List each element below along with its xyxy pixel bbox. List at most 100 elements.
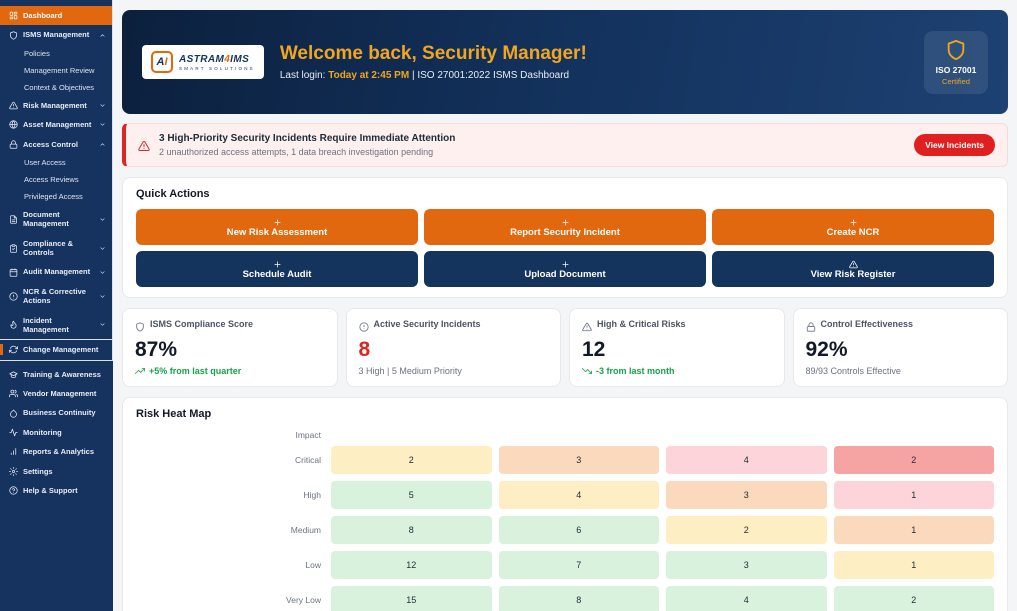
heatmap-cell[interactable]: 6 (499, 516, 660, 544)
quick-action-upload-document[interactable]: Upload Document (424, 251, 706, 287)
sidebar-item-ncr-corrective-actions[interactable]: NCR & Corrective Actions (0, 282, 112, 311)
heatmap-cell[interactable]: 12 (331, 551, 492, 579)
sidebar-item-monitoring[interactable]: Monitoring (0, 423, 113, 442)
kpi-card-active-security-incidents: Active Security Incidents83 High | 5 Med… (346, 308, 562, 387)
sidebar-item-settings[interactable]: Settings (0, 462, 113, 481)
logo-text: ASTRAM4IMS SMART SOLUTIONS (179, 54, 255, 71)
sidebar-item-dashboard[interactable]: Dashboard (0, 6, 112, 25)
kpi-header: ISMS Compliance Score (135, 319, 325, 329)
sidebar-item-label: NCR & Corrective Actions (23, 287, 94, 306)
ncr-corrective-actions-icon (9, 292, 18, 301)
sidebar-subitem-access-reviews[interactable]: Access Reviews (0, 171, 112, 188)
sidebar-subitem-user-access[interactable]: User Access (0, 154, 112, 171)
chevron-down-icon (99, 321, 106, 328)
heatmap-cells: 8621 (331, 516, 994, 544)
sidebar-item-label: Document Management (23, 210, 94, 229)
heatmap-cell[interactable]: 4 (666, 446, 827, 474)
alert-triangle-icon (582, 319, 592, 329)
sidebar-item-label: Dashboard (23, 11, 106, 20)
plus-icon (273, 257, 282, 266)
lock-icon (806, 319, 816, 329)
heatmap-body: Impact Critical2342High5431Medium8621Low… (136, 430, 994, 611)
sidebar-item-training-awareness[interactable]: Training & Awareness (0, 365, 113, 384)
sidebar-subitem-privileged-access[interactable]: Privileged Access (0, 188, 112, 205)
sidebar-item-isms-management[interactable]: ISMS Management (0, 25, 112, 44)
sidebar-item-label: Compliance & Controls (23, 239, 94, 258)
alert-subtitle: 2 unauthorized access attempts, 1 data b… (159, 147, 905, 157)
kpi-header: High & Critical Risks (582, 319, 772, 329)
view-incidents-button[interactable]: View Incidents (914, 134, 995, 156)
heatmap-row-medium: Medium8621 (136, 516, 994, 544)
heatmap-cell[interactable]: 3 (666, 551, 827, 579)
heatmap-cell[interactable]: 4 (666, 586, 827, 611)
heatmap-cell[interactable]: 2 (666, 516, 827, 544)
kpi-subtext: +5% from last quarter (135, 366, 325, 376)
sidebar-item-label: Incident Management (23, 316, 94, 335)
iso-badge-title: ISO 27001 (928, 65, 984, 75)
heatmap-cell[interactable]: 3 (666, 481, 827, 509)
sidebar-item-document-management[interactable]: Document Management (0, 205, 112, 234)
heatmap-cell[interactable]: 2 (834, 446, 995, 474)
heatmap-cell[interactable]: 7 (499, 551, 660, 579)
heatmap-cell[interactable]: 1 (834, 481, 995, 509)
kpi-label: ISMS Compliance Score (150, 319, 253, 329)
sidebar-subitem-management-review[interactable]: Management Review (0, 62, 112, 79)
heatmap-cell[interactable]: 1 (834, 551, 995, 579)
sidebar-item-label: Reports & Analytics (23, 447, 107, 456)
sidebar-item-change-management[interactable]: Change Management (0, 339, 112, 359)
sidebar-item-compliance-controls[interactable]: Compliance & Controls (0, 234, 112, 263)
heatmap-cell[interactable]: 15 (331, 586, 492, 611)
heatmap-cell[interactable]: 1 (834, 516, 995, 544)
heatmap-cell[interactable]: 2 (834, 586, 995, 611)
plus-icon (273, 215, 282, 224)
chevron-down-icon (99, 245, 106, 252)
sidebar-item-business-continuity[interactable]: Business Continuity (0, 403, 113, 422)
sidebar: Dashboard ISMS ManagementPoliciesManageme… (0, 0, 113, 611)
kpi-label: Control Effectiveness (821, 319, 914, 329)
sidebar-item-incident-management[interactable]: Incident Management (0, 311, 112, 340)
sidebar-item-label: Access Control (23, 140, 94, 149)
quick-actions-grid: New Risk AssessmentReport Security Incid… (136, 209, 994, 287)
heatmap-cells: 12731 (331, 551, 994, 579)
quick-action-new-risk-assessment[interactable]: New Risk Assessment (136, 209, 418, 245)
sidebar-subitem-context-objectives[interactable]: Context & Objectives (0, 79, 112, 96)
alert-triangle-icon (138, 139, 150, 151)
quick-action-create-ncr[interactable]: Create NCR (712, 209, 994, 245)
plus-icon (849, 215, 858, 224)
logo-name: ASTRAM4IMS (179, 54, 255, 65)
chevron-up-icon (99, 141, 106, 148)
dashboard-icon (9, 11, 18, 20)
heatmap-rows: Critical2342High5431Medium8621Low12731Ve… (136, 446, 994, 611)
sidebar-item-help-support[interactable]: Help & Support (0, 481, 113, 500)
sidebar-item-asset-management[interactable]: Asset Management (0, 115, 112, 134)
risk-heat-map-title: Risk Heat Map (136, 408, 994, 420)
sidebar-item-access-control[interactable]: Access Control (0, 135, 112, 154)
plus-icon (561, 215, 570, 224)
sidebar-item-label: Vendor Management (23, 389, 107, 398)
sidebar-subitem-policies[interactable]: Policies (0, 45, 112, 62)
heatmap-cell[interactable]: 8 (499, 586, 660, 611)
heatmap-cell[interactable]: 4 (499, 481, 660, 509)
quick-action-schedule-audit[interactable]: Schedule Audit (136, 251, 418, 287)
quick-action-view-risk-register[interactable]: View Risk Register (712, 251, 994, 287)
alert-text: 3 High-Priority Security Incidents Requi… (159, 133, 905, 157)
logo-mark-icon: AI (151, 51, 173, 73)
heatmap-cell[interactable]: 2 (331, 446, 492, 474)
business-continuity-icon (9, 409, 18, 418)
sidebar-item-reports-analytics[interactable]: Reports & Analytics (0, 442, 113, 461)
quick-actions-title: Quick Actions (136, 188, 994, 200)
kpi-subtext: -3 from last month (582, 366, 772, 376)
sidebar-item-audit-management[interactable]: Audit Management (0, 262, 112, 281)
sidebar-item-vendor-management[interactable]: Vendor Management (0, 384, 113, 403)
sidebar-item-label: Risk Management (23, 101, 94, 110)
heatmap-cell[interactable]: 5 (331, 481, 492, 509)
shield-icon (945, 39, 967, 61)
welcome-text: Welcome back, Security Manager! Last log… (280, 43, 908, 81)
alert-triangle-icon (849, 257, 858, 266)
heatmap-cell[interactable]: 8 (331, 516, 492, 544)
main-content: AI ASTRAM4IMS SMART SOLUTIONS Welcome ba… (113, 0, 1017, 611)
heatmap-cells: 2342 (331, 446, 994, 474)
heatmap-cell[interactable]: 3 (499, 446, 660, 474)
quick-action-report-security-incident[interactable]: Report Security Incident (424, 209, 706, 245)
sidebar-item-risk-management[interactable]: Risk Management (0, 96, 112, 115)
